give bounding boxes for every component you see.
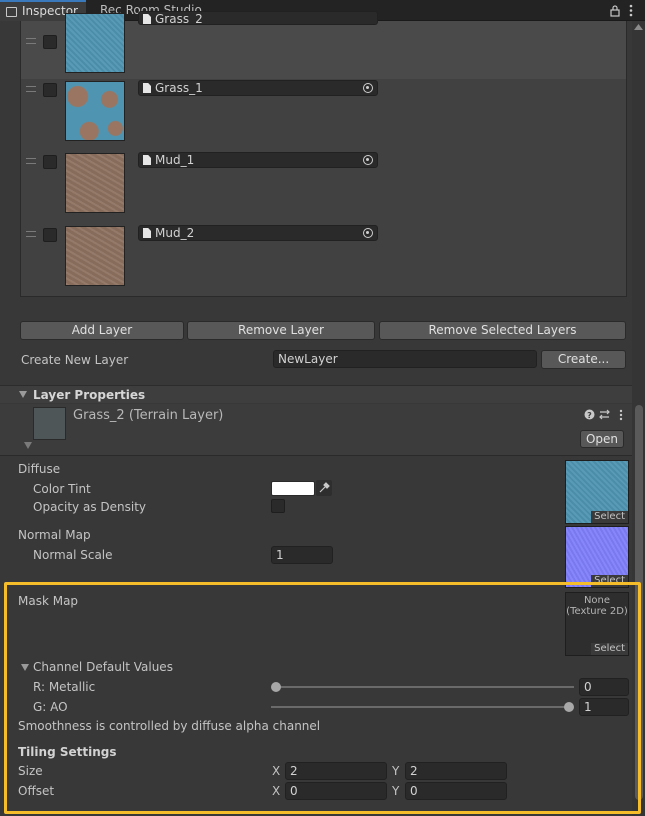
svg-text:?: ? (587, 411, 592, 420)
terrain-layer-list: Grass_2 Grass_1 Mud_1 Mud_2 (20, 11, 627, 297)
layer-row[interactable]: Grass_1 (21, 79, 626, 151)
asset-preview-thumbnail (33, 407, 66, 440)
remove-layer-button[interactable]: Remove Layer (187, 321, 375, 340)
layer-object-field[interactable]: Grass_1 (138, 80, 378, 96)
smoothness-note: Smoothness is controlled by diffuse alph… (18, 719, 321, 733)
ao-slider-track[interactable] (271, 706, 569, 708)
drag-handle-icon[interactable] (26, 158, 36, 164)
drag-handle-icon[interactable] (26, 86, 36, 92)
eyedropper-icon[interactable] (316, 480, 332, 496)
scroll-up-icon[interactable] (634, 24, 643, 30)
foldout-arrow-icon[interactable] (24, 442, 32, 449)
normal-scale-label: Normal Scale (33, 548, 113, 562)
layer-checkbox[interactable] (43, 228, 57, 242)
ao-value-input[interactable]: 1 (579, 698, 629, 716)
size-x-label: X (272, 764, 281, 778)
asset-title: Grass_2 (Terrain Layer) (73, 408, 224, 423)
size-y-label: Y (392, 764, 400, 778)
asset-header: Grass_2 (Terrain Layer) ? Open (0, 404, 632, 456)
object-picker-icon[interactable] (363, 228, 373, 238)
normal-scale-input[interactable]: 1 (271, 546, 333, 564)
layer-object-field[interactable]: Mud_1 (138, 152, 378, 168)
mask-map-select-button[interactable]: Select (591, 643, 628, 655)
channel-default-values-label[interactable]: Channel Default Values (33, 660, 173, 674)
layer-name: Grass_1 (155, 81, 203, 95)
drag-handle-icon[interactable] (26, 38, 36, 44)
metallic-label: R: Metallic (33, 680, 96, 694)
drag-handle-icon[interactable] (26, 231, 36, 237)
color-tint-label: Color Tint (33, 482, 91, 496)
mask-map-texture-slot[interactable]: None (Texture 2D) Select (565, 592, 629, 656)
opacity-as-density-checkbox[interactable] (271, 499, 285, 513)
offset-x-label: X (272, 784, 281, 798)
inspector-icon (6, 7, 17, 17)
tiling-offset-label: Offset (18, 784, 55, 798)
normal-map-label: Normal Map (18, 528, 91, 542)
offset-x-input[interactable]: 0 (285, 782, 387, 800)
foldout-arrow-icon[interactable] (19, 391, 27, 398)
offset-y-input[interactable]: 0 (405, 782, 507, 800)
remove-selected-layers-button[interactable]: Remove Selected Layers (379, 321, 626, 340)
ao-label: G: AO (33, 700, 68, 714)
layer-name: Grass_2 (155, 12, 203, 25)
new-layer-name-input[interactable]: NewLayer (273, 350, 537, 368)
channel-defaults-foldout-icon[interactable] (21, 664, 29, 671)
layer-object-field[interactable]: Mud_2 (138, 225, 378, 241)
layer-thumbnail (65, 81, 125, 141)
ao-slider-knob[interactable] (564, 702, 574, 712)
create-layer-button[interactable]: Create... (541, 350, 626, 369)
layer-thumbnail (65, 153, 125, 213)
layer-checkbox[interactable] (43, 83, 57, 97)
file-icon (143, 228, 151, 238)
layer-thumbnail (65, 226, 125, 286)
help-icon[interactable]: ? (584, 409, 595, 420)
layer-row[interactable]: Mud_2 (21, 224, 626, 296)
offset-y-label: Y (392, 784, 400, 798)
open-button[interactable]: Open (580, 430, 624, 448)
more-options-icon[interactable] (619, 409, 623, 421)
color-tint-swatch[interactable] (271, 481, 315, 496)
scrollbar-thumb[interactable] (635, 405, 643, 800)
preset-settings-icon[interactable] (599, 409, 610, 420)
mask-map-label: Mask Map (18, 594, 79, 608)
metallic-slider-knob[interactable] (271, 682, 281, 692)
opacity-as-density-label: Opacity as Density (33, 500, 147, 514)
layer-name: Mud_1 (155, 153, 195, 167)
layer-checkbox[interactable] (43, 35, 57, 49)
layer-row[interactable]: Grass_2 (21, 7, 626, 79)
metallic-value-input[interactable]: 0 (579, 678, 629, 696)
size-x-input[interactable]: 2 (285, 762, 387, 780)
size-y-input[interactable]: 2 (405, 762, 507, 780)
mask-map-none-label: None (583, 595, 611, 606)
layer-properties-header[interactable]: Layer Properties (0, 385, 632, 403)
diffuse-label: Diffuse (18, 462, 61, 476)
file-icon (143, 155, 151, 165)
object-picker-icon[interactable] (363, 83, 373, 93)
create-new-layer-label: Create New Layer (21, 353, 129, 367)
mask-map-type-label: (Texture 2D) (566, 606, 628, 617)
diffuse-texture-slot[interactable]: Select (565, 460, 629, 524)
metallic-slider-track[interactable] (276, 686, 574, 688)
file-icon (143, 83, 151, 93)
diffuse-select-button[interactable]: Select (591, 511, 628, 523)
normal-map-select-button[interactable]: Select (591, 575, 628, 587)
normal-map-texture-slot[interactable]: Select (565, 526, 629, 588)
layer-object-field[interactable]: Grass_2 (138, 11, 378, 25)
tiling-settings-title: Tiling Settings (18, 745, 117, 759)
add-layer-button[interactable]: Add Layer (20, 321, 184, 340)
more-options-icon[interactable] (629, 4, 633, 17)
layer-checkbox[interactable] (43, 155, 57, 169)
layer-row[interactable]: Mud_1 (21, 151, 626, 223)
layer-name: Mud_2 (155, 226, 195, 240)
layer-properties-title: Layer Properties (33, 388, 146, 402)
object-picker-icon[interactable] (363, 155, 373, 165)
layer-thumbnail (65, 13, 125, 73)
file-icon (143, 14, 151, 24)
tiling-size-label: Size (18, 764, 43, 778)
